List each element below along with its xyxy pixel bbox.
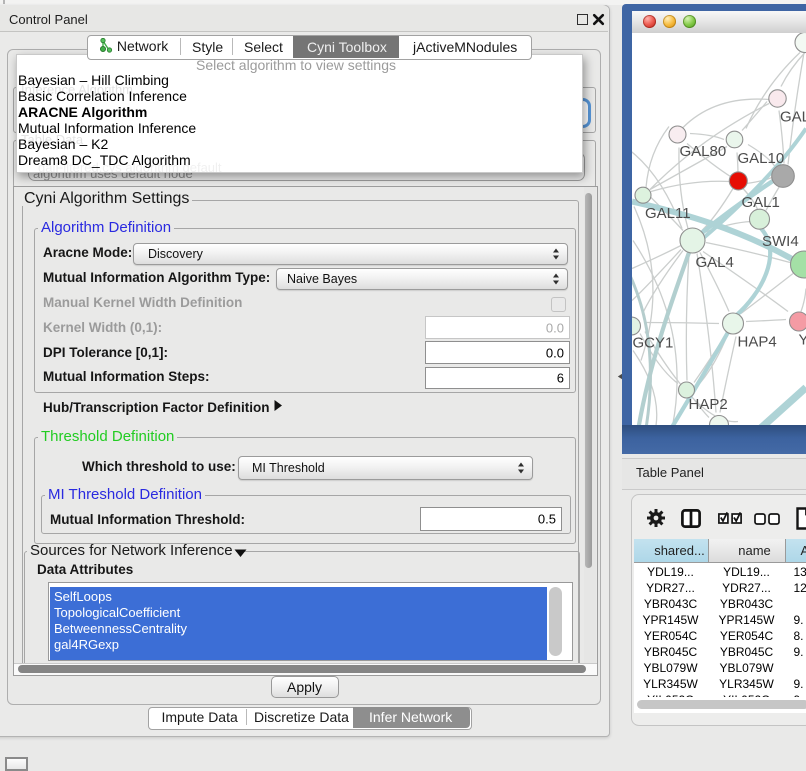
svg-text:GCY1: GCY1	[633, 334, 674, 351]
svg-text:GAL11: GAL11	[645, 205, 691, 222]
svg-text:GAL: GAL	[780, 108, 806, 125]
svg-text:GAL80: GAL80	[680, 143, 727, 160]
svg-text:GAL10: GAL10	[738, 150, 785, 167]
svg-text:SWI4: SWI4	[762, 233, 799, 250]
svg-text:Y: Y	[799, 331, 806, 348]
svg-text:GAL1: GAL1	[742, 194, 780, 211]
svg-text:GAL4: GAL4	[696, 254, 734, 271]
svg-text:HAP2: HAP2	[689, 396, 728, 413]
svg-text:HAP4: HAP4	[738, 333, 777, 350]
